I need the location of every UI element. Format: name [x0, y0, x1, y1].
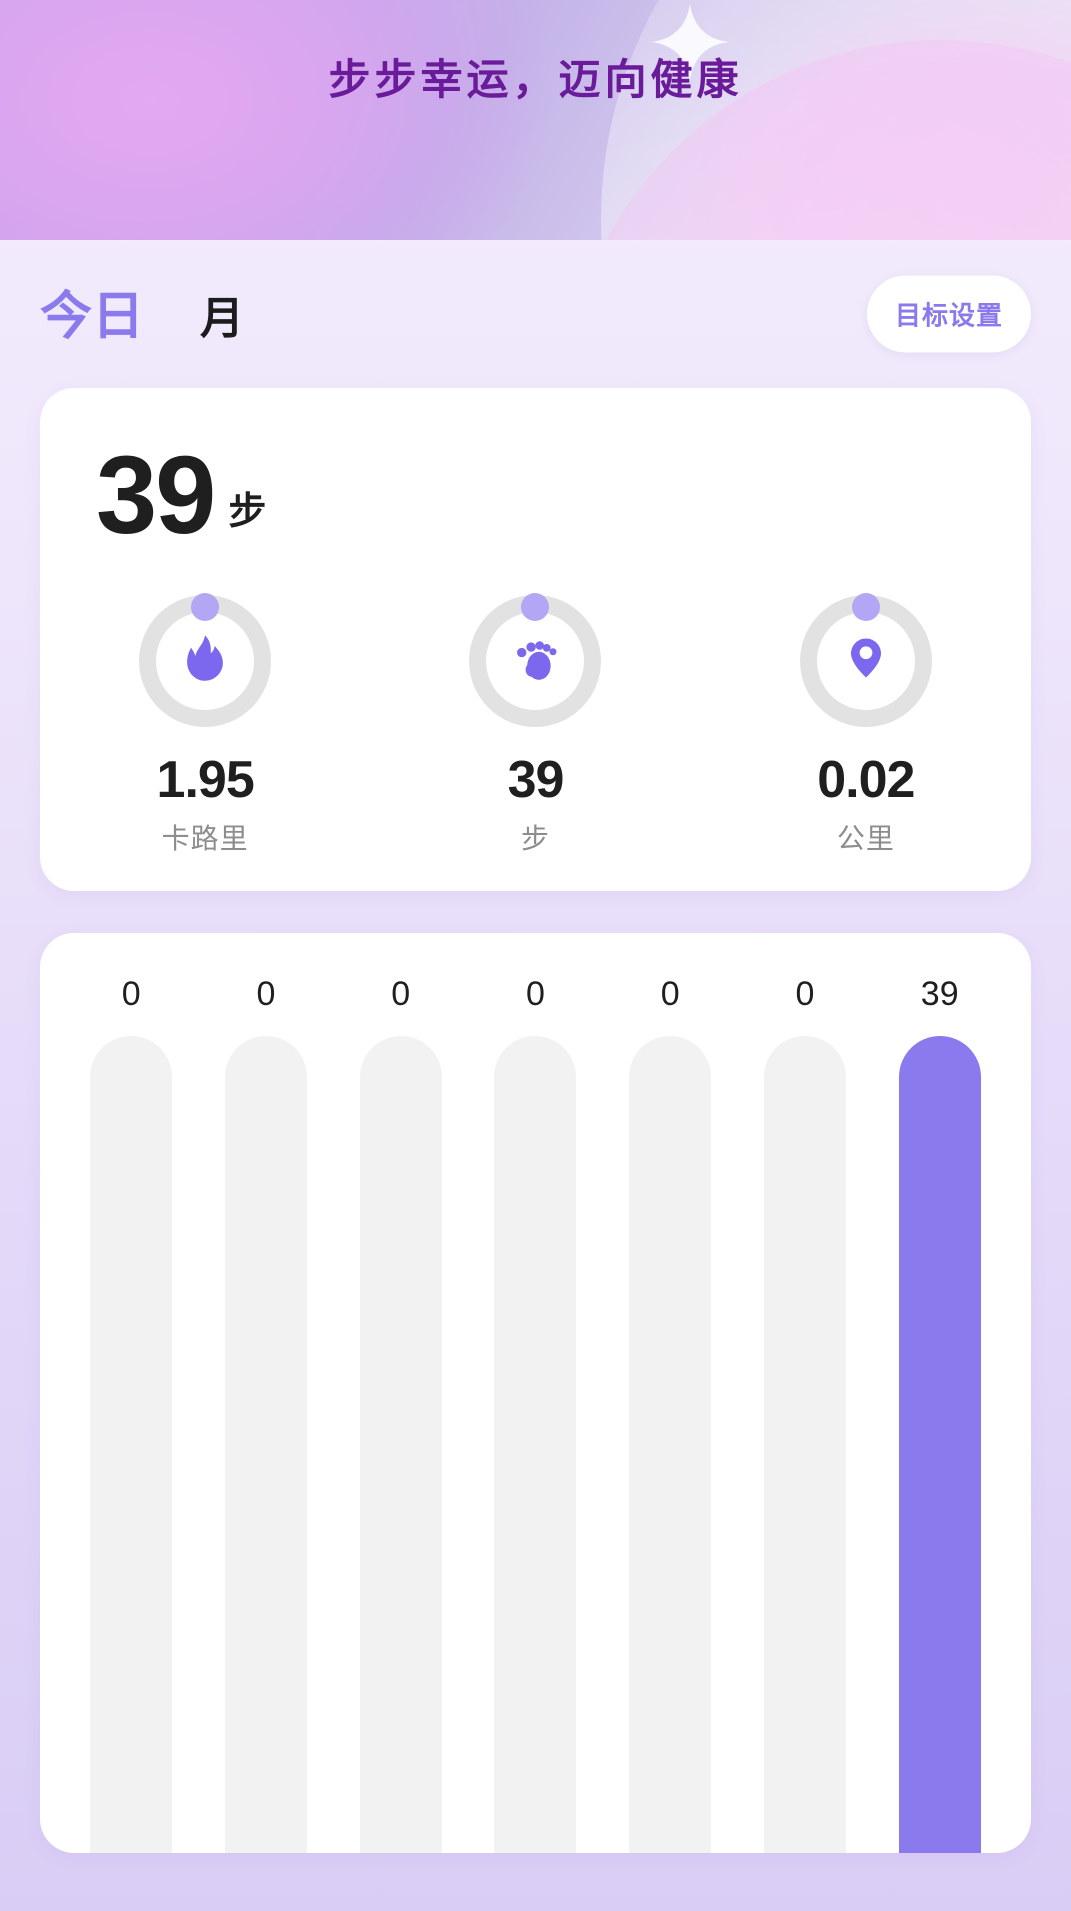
- bar-value-label: 0: [391, 975, 410, 1014]
- total-steps-unit: 步: [228, 480, 266, 535]
- total-steps-display: 39 步: [40, 444, 1031, 549]
- total-steps-value: 39: [96, 444, 214, 549]
- distance-value: 0.02: [817, 753, 914, 808]
- metric-calories[interactable]: 1.95 卡路里: [42, 595, 369, 858]
- distance-progress-dot: [852, 593, 880, 621]
- bar-track: [629, 1036, 711, 1853]
- bar-column[interactable]: 0: [74, 975, 188, 1853]
- bar-fill: [899, 1036, 981, 1853]
- bar-column[interactable]: 0: [209, 975, 323, 1853]
- summary-card: 39 步 1.95 卡路里: [40, 388, 1031, 891]
- header-banner: 步步幸运，迈向健康: [0, 0, 1071, 240]
- weekly-steps-bar-chart: 0 0 0 0 0 0 39: [74, 975, 997, 1853]
- bar-column[interactable]: 0: [478, 975, 592, 1853]
- bar-column[interactable]: 0: [344, 975, 458, 1853]
- page-title: 步步幸运，迈向健康: [0, 46, 1071, 107]
- bar-value-label: 0: [661, 975, 680, 1014]
- bar-column[interactable]: 0: [613, 975, 727, 1853]
- distance-label: 公里: [837, 817, 895, 857]
- steps-progress-ring: [469, 595, 601, 727]
- metric-distance[interactable]: 0.02 公里: [702, 595, 1029, 858]
- calories-progress-ring: [139, 595, 271, 727]
- steps-value: 39: [508, 753, 564, 808]
- tab-month[interactable]: 月: [200, 297, 244, 341]
- steps-label: 步: [521, 817, 550, 857]
- banner-arc-decoration: [601, 0, 1071, 240]
- calories-value: 1.95: [157, 753, 254, 808]
- calories-label: 卡路里: [162, 817, 249, 857]
- calories-progress-dot: [191, 593, 219, 621]
- bar-value-label: 0: [257, 975, 276, 1014]
- bar-track: [899, 1036, 981, 1853]
- tab-today[interactable]: 今日: [40, 291, 144, 343]
- flame-icon: [179, 632, 231, 689]
- bar-column[interactable]: 39: [883, 975, 997, 1853]
- bar-value-label: 39: [921, 975, 959, 1014]
- goal-settings-button[interactable]: 目标设置: [867, 276, 1031, 353]
- bar-value-label: 0: [122, 975, 141, 1014]
- bar-track: [225, 1036, 307, 1853]
- steps-progress-dot: [521, 593, 549, 621]
- bar-track: [360, 1036, 442, 1853]
- bar-track: [494, 1036, 576, 1853]
- location-pin-icon: [842, 634, 890, 687]
- bar-track: [90, 1036, 172, 1853]
- footprint-icon: [510, 633, 560, 688]
- distance-progress-ring: [800, 595, 932, 727]
- bar-track: [764, 1036, 846, 1853]
- bar-column[interactable]: 0: [748, 975, 862, 1853]
- metrics-row: 1.95 卡路里: [40, 595, 1031, 858]
- tab-bar: 今日 月 目标设置: [0, 240, 1071, 388]
- bar-value-label: 0: [796, 975, 815, 1014]
- metric-steps[interactable]: 39 步: [372, 595, 699, 858]
- bar-value-label: 0: [526, 975, 545, 1014]
- weekly-steps-chart-card: 0 0 0 0 0 0 39: [40, 933, 1031, 1853]
